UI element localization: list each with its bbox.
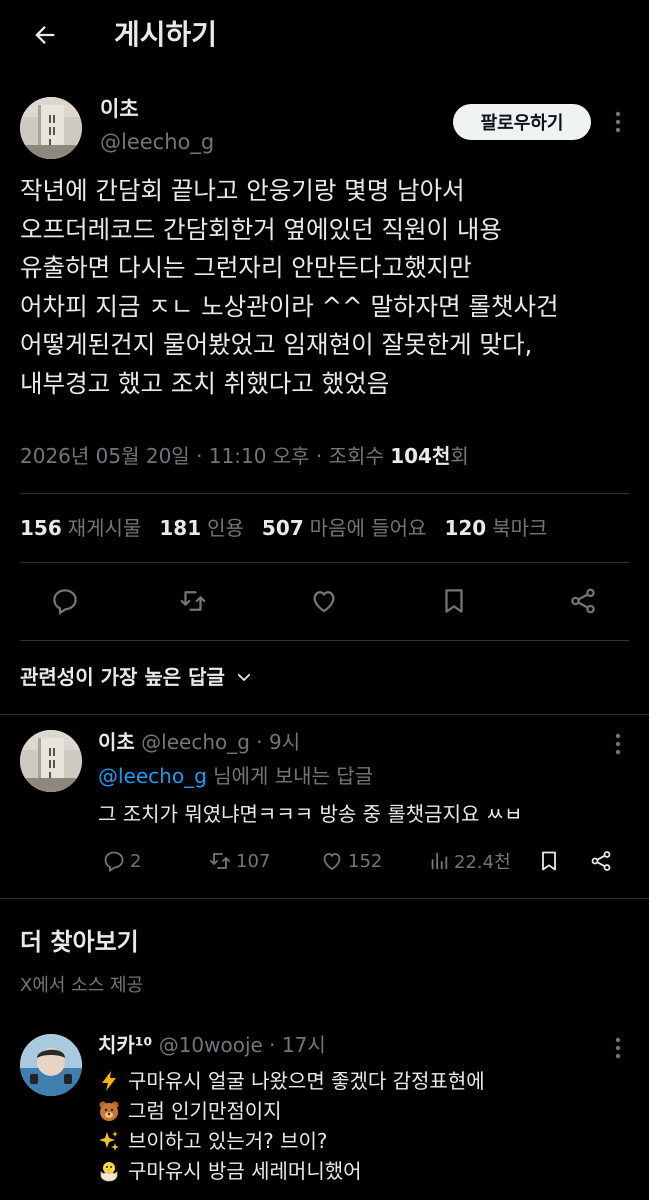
- post-text-line: 유출하면 다시는 그런자리 안만든다고했지만: [20, 253, 472, 282]
- recommended-time[interactable]: · 17시: [263, 1033, 326, 1057]
- reply-to-handle-link[interactable]: @leecho_g: [98, 764, 207, 788]
- reply-text: 그 조치가 뭐였냐면ㅋㅋㅋ 방송 중 롤챗금지요 ㅆㅂ: [98, 802, 523, 826]
- author-avatar[interactable]: [20, 97, 82, 159]
- like-button[interactable]: [307, 584, 341, 618]
- share-icon: [571, 588, 595, 614]
- recommended-text-line: 구마유시 얼굴 나왔으면 좋겠다 감정표현에: [98, 1066, 485, 1096]
- chevron-down-icon: [237, 673, 251, 681]
- share-icon: [591, 851, 611, 871]
- reply-repost-button[interactable]: 107: [208, 846, 270, 876]
- reply-icon: [104, 851, 124, 873]
- divider: [20, 562, 629, 563]
- heart-icon: [323, 853, 341, 870]
- reply-views-button[interactable]: 22.4천: [428, 846, 511, 876]
- author-name[interactable]: 이초: [100, 95, 139, 123]
- like-count: 152: [348, 850, 383, 872]
- reply-reply-button[interactable]: 2: [102, 846, 141, 876]
- bookmarks-stat[interactable]: 120 북마크: [444, 513, 547, 543]
- reply-sort-dropdown[interactable]: 관련성이 가장 높은 답글: [20, 662, 253, 692]
- quotes-stat[interactable]: 181 인용: [159, 513, 244, 543]
- recommended-header: 치카¹⁰ @10wooje · 17시: [98, 1030, 326, 1060]
- reply-bookmark-button[interactable]: [537, 846, 561, 876]
- top-bar: 게시하기: [0, 0, 649, 70]
- reposts-stat[interactable]: 156 재게시물: [20, 513, 141, 543]
- reply-author-handle[interactable]: @leecho_g: [141, 730, 250, 754]
- reply-time[interactable]: · 9시: [250, 730, 300, 754]
- more-vertical-icon: [615, 1037, 621, 1059]
- reply-like-button[interactable]: 152: [320, 846, 382, 876]
- recommended-author-handle[interactable]: @10wooje: [159, 1033, 263, 1057]
- reply-to-line: @leecho_g 님에게 보내는 답글: [98, 762, 373, 790]
- reply-button[interactable]: [48, 584, 82, 618]
- reply-more-button[interactable]: [606, 732, 630, 756]
- page-title: 게시하기: [114, 18, 218, 51]
- bear-emoji-icon: [98, 1100, 120, 1122]
- divider: [0, 898, 649, 899]
- reply-count: 2: [130, 850, 142, 872]
- likes-stat[interactable]: 507 마음에 들어요: [262, 513, 427, 543]
- post-text-line: 오프더레코드 간담회한거 옆에있던 직원이 내용: [20, 214, 502, 244]
- more-options-button[interactable]: [606, 110, 630, 134]
- divider: [20, 640, 629, 641]
- sort-label: 관련성이 가장 높은 답글: [20, 665, 225, 689]
- reply-to-suffix: 님에게 보내는 답글: [206, 764, 374, 788]
- more-vertical-icon: [615, 111, 621, 133]
- view-count: 104천: [390, 444, 451, 468]
- timestamp-text[interactable]: 2026년 05월 20일 · 11:10 오후 · 조회수: [20, 444, 390, 468]
- arrow-left-icon: [35, 26, 55, 44]
- divider: [20, 493, 629, 494]
- post-text-line: 작년에 간담회 끝나고 안웅기랑 몇명 남아서: [20, 176, 465, 205]
- more-vertical-icon: [615, 733, 621, 755]
- view-count: 22.4천: [454, 852, 511, 873]
- reply-header: 이초 @leecho_g · 9시: [98, 728, 300, 756]
- bookmark-button[interactable]: [437, 584, 471, 618]
- post-text: 작년에 간담회 끝나고 안웅기랑 몇명 남아서 오프더레코드 간담회한거 옆에있…: [20, 172, 630, 403]
- back-button[interactable]: [28, 18, 62, 52]
- heart-icon: [313, 591, 335, 613]
- reply-author-name[interactable]: 이초: [98, 730, 135, 754]
- explore-section-subtitle: X에서 소스 제공: [20, 975, 144, 996]
- view-suffix: 회: [450, 444, 469, 468]
- post-stats: 156 재게시물 181 인용 507 마음에 들어요 120 북마크: [20, 513, 565, 543]
- lightning-emoji-icon: [98, 1070, 120, 1092]
- post-text-line: 어떻게된건지 물어봤었고 임재현이 잘못한게 맞다,: [20, 330, 533, 359]
- bookmark-icon: [445, 589, 463, 613]
- recommended-author-avatar[interactable]: [20, 1034, 82, 1096]
- repost-button[interactable]: [176, 584, 210, 618]
- explore-section-title: 더 찾아보기: [20, 928, 139, 956]
- recommended-more-button[interactable]: [606, 1036, 630, 1060]
- bookmark-icon: [542, 851, 556, 871]
- sparkles-emoji-icon: [98, 1130, 120, 1152]
- reply-author-avatar[interactable]: [20, 730, 82, 792]
- post-text-line: 내부경고 했고 조치 취했다고 했었음: [20, 368, 390, 398]
- repost-count: 107: [236, 850, 271, 872]
- recommended-text-line: 그럼 인기만점이지: [98, 1096, 282, 1126]
- author-handle[interactable]: @leecho_g: [100, 128, 214, 156]
- recommended-author-name[interactable]: 치카¹⁰: [98, 1033, 152, 1057]
- share-button[interactable]: [566, 584, 600, 618]
- repost-icon: [180, 591, 206, 611]
- post-text-line: 어차피 지금 ㅈㄴ 노상관이라 ^^ 말하자면 롤챗사건: [20, 291, 559, 321]
- recommended-text-line: 브이하고 있는거? 브이?: [98, 1126, 328, 1156]
- bar-chart-icon: [431, 852, 448, 870]
- reply-icon: [53, 589, 77, 615]
- recommended-text-line: 구마유시 방금 세레머니했어: [98, 1156, 362, 1186]
- divider: [0, 714, 649, 715]
- repost-icon: [210, 853, 230, 869]
- follow-button[interactable]: 팔로우하기: [453, 104, 591, 140]
- reply-share-button[interactable]: [589, 846, 613, 876]
- hatching-chick-emoji-icon: [98, 1160, 120, 1182]
- post-timestamp: 2026년 05월 20일 · 11:10 오후 · 조회수 104천회: [20, 441, 469, 471]
